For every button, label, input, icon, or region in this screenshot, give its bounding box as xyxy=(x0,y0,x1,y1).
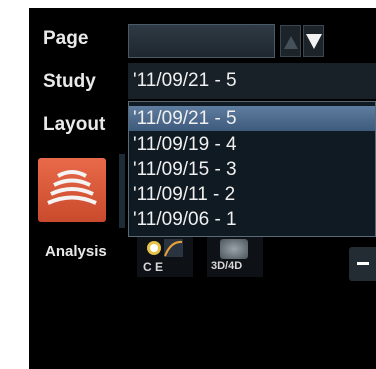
3d4d-label: 3D/4D xyxy=(211,260,243,272)
triangle-down-icon xyxy=(306,34,322,49)
study-select[interactable]: '11/09/21 - 5 xyxy=(128,63,376,99)
study-dropdown-list[interactable]: '11/09/21 - 5 '11/09/19 - 4 '11/09/15 - … xyxy=(128,101,376,237)
analysis-label: Analysis xyxy=(45,243,107,260)
3d4d-volume-icon xyxy=(220,239,248,259)
page-down-button[interactable] xyxy=(303,25,324,57)
study-option[interactable]: '11/09/19 - 4 xyxy=(129,132,375,157)
ultrasound-review-panel: Page Study '11/09/21 - 5 Layout '11/09/2… xyxy=(29,8,376,369)
3d4d-analysis-button[interactable]: 3D/4D xyxy=(207,237,263,277)
study-option[interactable]: '11/09/21 - 5 xyxy=(129,106,375,131)
ce-analysis-button[interactable]: C E xyxy=(137,237,193,277)
layout-label: Layout xyxy=(43,114,106,135)
probe-button[interactable] xyxy=(38,158,106,222)
contrast-curve-icon xyxy=(147,239,183,257)
side-collapse-button[interactable] xyxy=(349,247,376,281)
study-option[interactable]: '11/09/06 - 1 xyxy=(129,207,375,232)
study-label: Study xyxy=(43,71,96,92)
triangle-up-icon xyxy=(284,36,298,49)
page-up-button[interactable] xyxy=(280,25,301,57)
probe-side-tab xyxy=(119,154,125,228)
page-field[interactable] xyxy=(128,24,275,58)
study-option[interactable]: '11/09/15 - 3 xyxy=(129,157,375,182)
ce-label: C E xyxy=(143,260,164,274)
study-option[interactable]: '11/09/11 - 2 xyxy=(129,182,375,207)
study-selected-value: '11/09/21 - 5 xyxy=(133,70,237,91)
page-label: Page xyxy=(43,28,89,49)
minus-icon xyxy=(357,262,369,265)
ultrasound-probe-icon xyxy=(47,170,97,205)
